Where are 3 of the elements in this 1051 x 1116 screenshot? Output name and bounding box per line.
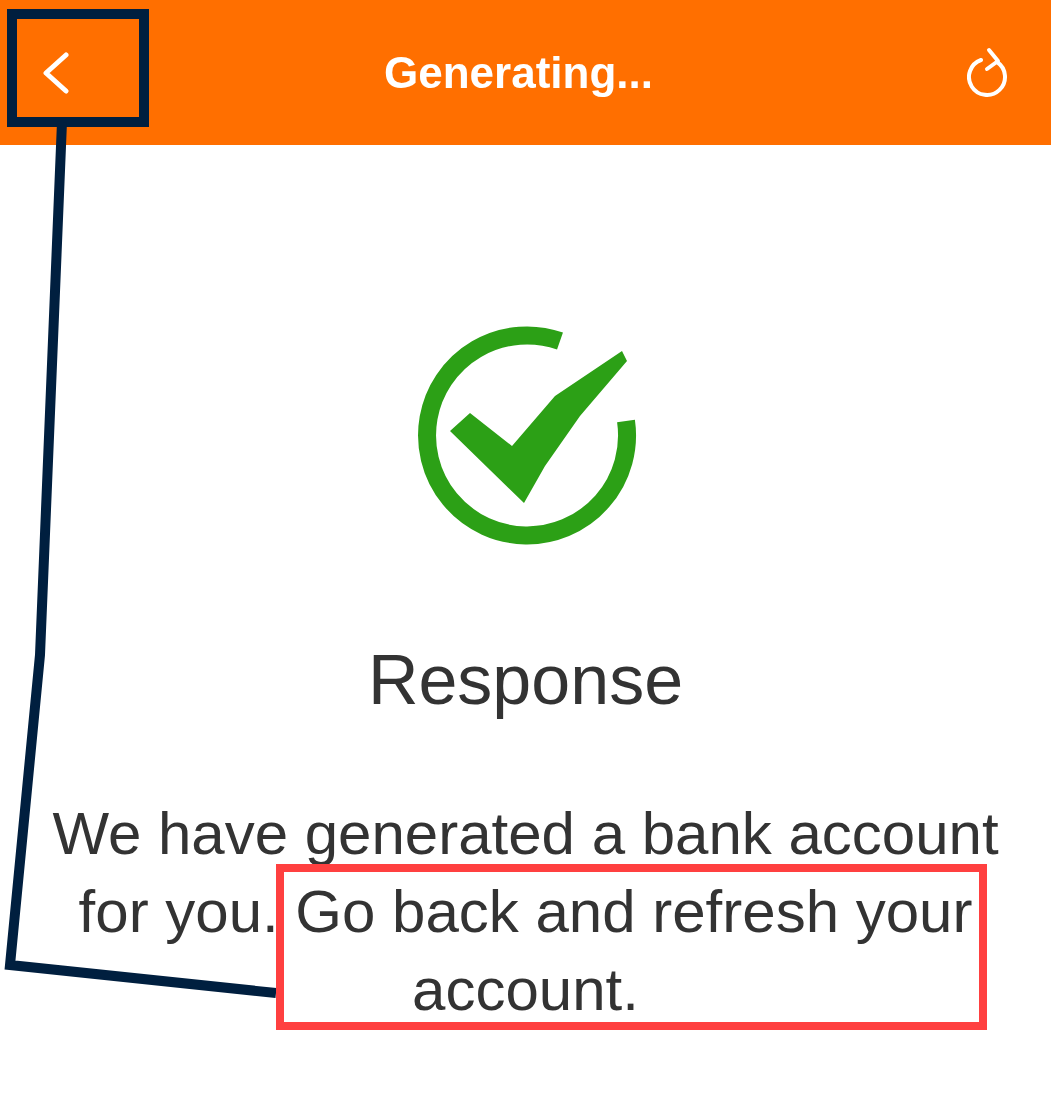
response-message: We have generated a bank account for you. Go back and refresh your account.: [51, 799, 1000, 1025]
screen-title: Generating...: [384, 46, 653, 99]
back-button[interactable]: [40, 51, 70, 94]
